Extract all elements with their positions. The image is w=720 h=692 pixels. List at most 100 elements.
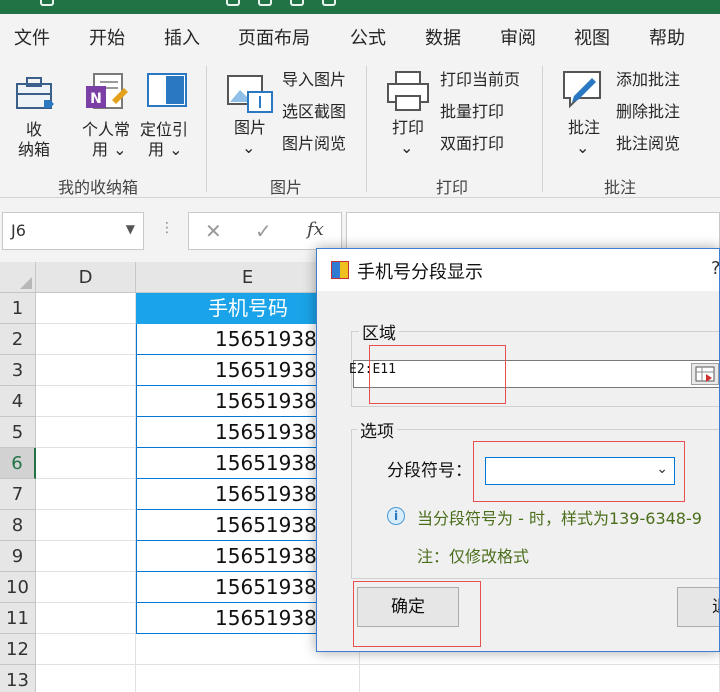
quick-access-icon[interactable] [322,0,336,6]
range-picker-icon [695,366,715,382]
picture-button-label: 图片 [234,118,267,137]
select-all-triangle-icon [20,277,32,289]
row-header[interactable]: 5 [0,417,36,448]
group-label-picture: 图片 [270,178,303,197]
cell[interactable] [36,541,136,572]
browse-comments-button[interactable]: 批注阅览 [616,134,680,154]
highlight-box-ok [353,581,481,647]
svg-text:N: N [90,91,102,107]
print-button-label: 打印 [392,118,425,137]
group-divider [206,66,207,192]
save-icon[interactable] [40,0,54,6]
cancel-button[interactable]: 退 [677,587,719,627]
row-header[interactable]: 12 [0,634,36,665]
cancel-icon[interactable]: ✕ [205,219,222,243]
personal-button-line2: 用 ⌄ [92,140,127,159]
row-header[interactable]: 8 [0,510,36,541]
batch-print-button[interactable]: 批量打印 [440,102,504,122]
dialog-title-bar[interactable]: 手机号分段显示 ? [317,249,719,291]
row-header[interactable]: 6 [0,448,36,479]
tab-help[interactable]: 帮助 [649,24,685,50]
cell[interactable] [36,293,136,324]
row-header[interactable]: 3 [0,355,36,386]
group-label-storage: 我的收纳箱 [58,178,139,197]
quick-access-icon[interactable] [226,0,240,6]
enter-icon[interactable]: ✓ [255,219,272,243]
tab-formulas[interactable]: 公式 [350,24,386,50]
print-current-page-button[interactable]: 打印当前页 [440,70,520,90]
cell[interactable] [36,479,136,510]
row-header[interactable]: 10 [0,572,36,603]
cell[interactable] [36,603,136,634]
region-screenshot-button[interactable]: 选区截图 [282,102,346,122]
info-icon: i [387,507,405,525]
group-divider [366,66,367,192]
tab-home[interactable]: 开始 [89,24,125,50]
toolbox-icon [16,77,54,109]
quick-access-icon[interactable] [258,0,272,6]
locate-button-line2: 用 ⌄ [148,140,183,159]
row-header[interactable]: 1 [0,293,36,324]
app-icon [331,261,349,279]
row-header[interactable]: 13 [0,665,36,692]
title-bar [0,0,720,14]
cell[interactable] [36,355,136,386]
tab-view[interactable]: 视图 [574,24,610,50]
cell[interactable] [36,417,136,448]
storage-button-line2: 纳箱 [18,140,51,159]
row-header[interactable]: 11 [0,603,36,634]
chevron-down-icon: ⌄ [576,138,590,157]
name-box-value: J6 [11,221,26,240]
cell[interactable] [36,448,136,479]
picture-browse-button[interactable]: 图片阅览 [282,134,346,154]
comment-icon [563,71,601,109]
printer-icon [387,71,429,111]
cell[interactable] [36,386,136,417]
tab-review[interactable]: 审阅 [500,24,536,50]
cell[interactable] [136,665,360,692]
onenote-icon: N [86,73,128,109]
separator-label: 分段符号： [387,461,472,481]
delete-comment-button[interactable]: 删除批注 [616,102,680,122]
dialog-title: 手机号分段显示 [357,262,483,283]
storage-button-line1: 收 [26,120,43,139]
duplex-print-button[interactable]: 双面打印 [440,134,504,154]
ribbon: 收 纳箱 N 个人常 用 ⌄ 定位引 用 ⌄ 我的收纳箱 图片 ⌄ 导入图片 选… [0,58,720,198]
tab-insert[interactable]: 插入 [164,24,200,50]
help-icon[interactable]: ? [711,258,719,279]
cell[interactable] [36,324,136,355]
note-text: 注：仅修改格式 [417,547,530,566]
row-header[interactable]: 2 [0,324,36,355]
splitter-dots-icon[interactable]: ⋮ [160,220,174,236]
tab-layout[interactable]: 页面布局 [238,24,310,50]
select-all-button[interactable] [0,262,36,293]
info-text: 当分段符号为 - 时，样式为139-6348-9 [417,509,702,528]
locate-button-line1: 定位引 [140,120,189,139]
row-header[interactable]: 4 [0,386,36,417]
range-select-button[interactable] [691,363,719,385]
chevron-down-icon[interactable]: ▼ [126,222,135,236]
row-header[interactable]: 9 [0,541,36,572]
cell[interactable] [36,634,136,665]
column-header-d[interactable]: D [36,262,136,293]
options-legend: 选项 [357,417,397,442]
cell[interactable] [36,665,136,692]
formula-input[interactable] [346,212,720,250]
name-box[interactable]: J6 ▼ [2,212,144,250]
row-header[interactable]: 7 [0,479,36,510]
tab-data[interactable]: 数据 [425,24,461,50]
cell[interactable] [36,572,136,603]
cell[interactable] [360,665,720,692]
quick-access-icon[interactable] [290,0,304,6]
tab-file[interactable]: 文件 [14,24,50,50]
chevron-down-icon: ⌄ [242,138,256,157]
import-picture-button[interactable]: 导入图片 [282,70,346,90]
region-legend: 区域 [359,319,399,344]
group-divider [542,66,543,192]
formula-tools: ✕ ✓ fx [188,212,342,250]
excel-window: 文件 开始 插入 页面布局 公式 数据 审阅 视图 帮助 收 纳箱 N 个人常 … [0,0,720,692]
cell[interactable] [36,510,136,541]
highlight-box-separator [473,441,685,502]
insert-function-icon[interactable]: fx [307,219,324,240]
add-comment-button[interactable]: 添加批注 [616,70,680,90]
